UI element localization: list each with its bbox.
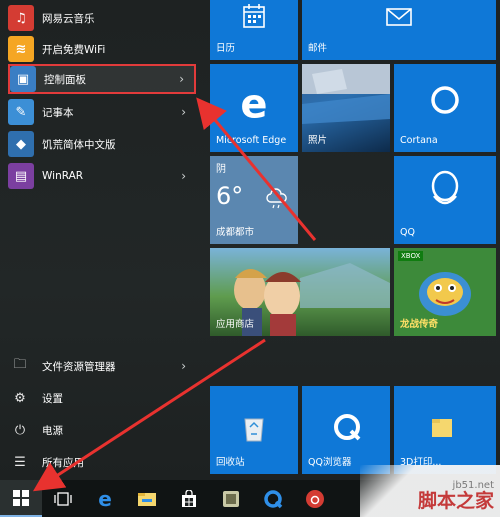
weather-temp: 6° [216,182,244,210]
app-item-netease-music[interactable]: ♫ 网易云音乐 [8,3,196,33]
tile-folder[interactable]: 3D打印... [394,386,496,474]
tile-qq[interactable]: QQ [394,156,496,244]
free-wifi-icon: ≋ [8,36,34,62]
app-item-dont-starve[interactable]: ◆ 饥荒简体中文版 [8,129,196,159]
store-icon [182,489,196,507]
chevron-right-icon[interactable]: › [181,105,186,119]
qq-icon [431,170,459,205]
settings-item[interactable]: ⚙ 设置 [8,384,196,412]
tile-cortana[interactable]: Cortana [394,64,496,152]
app-item-winrar[interactable]: ▤ WinRAR › [8,161,196,191]
edge-icon: e [240,81,268,128]
settings-gear-icon: ⚙ [14,390,26,406]
weather-city: 成都都市 [216,227,255,238]
tile-store[interactable]: 应用商店 [210,248,390,336]
sys-label: 文件资源管理器 [42,360,116,373]
app-label: WinRAR [42,170,84,182]
power-icon: ⏻ [14,422,26,438]
tile-xbox-game[interactable]: XBOX 龙战传奇 [394,248,496,336]
notepad-icon: ✎ [8,99,34,125]
app-label: 开启免费WiFi [42,43,106,56]
watermark-name: 脚本之家 [417,490,494,512]
app-list: ♫ 网易云音乐 ≋ 开启免费WiFi ▣ 控制面板 › ✎ 记事本 › ◆ 饥荒… [0,0,205,480]
chevron-right-icon[interactable]: › [179,72,184,86]
weather-condition: 阴 [216,164,226,175]
xbox-icon [419,272,471,316]
netease-taskbar-button[interactable] [294,480,336,517]
all-apps-icon: ☰ [14,454,26,470]
store-taskbar-button[interactable] [168,480,210,517]
xbox-badge: XBOX [398,251,424,261]
task-view-icon [54,491,72,506]
power-item[interactable]: ⏻ 电源 [8,416,196,444]
task-view-button[interactable] [42,480,84,517]
app-label: 记事本 [42,106,74,119]
watermark: jb51.net 脚本之家 [360,465,500,517]
control-panel-icon: ▣ [10,66,36,92]
winrar-icon: ▤ [8,163,34,189]
tile-calendar[interactable]: 日历 [210,0,298,60]
tile-label: 回收站 [216,457,245,468]
file-explorer-taskbar-button[interactable] [126,480,168,517]
tile-label: Microsoft Edge [216,135,287,146]
sys-label: 设置 [42,392,63,405]
windows-logo-icon [13,489,29,506]
edge-icon: e [98,486,112,511]
app-label: 控制面板 [44,73,86,86]
game-icon [223,490,239,507]
app-taskbar-button[interactable] [210,480,252,517]
file-explorer-item[interactable]: 🗀 文件资源管理器 › [8,352,196,380]
chevron-right-icon[interactable]: › [181,359,186,373]
tile-weather[interactable]: 阴 6° 成都都市 [210,156,298,244]
app-label: 饥荒简体中文版 [42,138,116,151]
app-item-notepad[interactable]: ✎ 记事本 › [8,97,196,127]
app-label: 网易云音乐 [42,12,95,25]
tile-label: 照片 [308,135,328,146]
tile-label: 日历 [216,43,236,54]
app-item-control-panel[interactable]: ▣ 控制面板 › [8,64,196,94]
start-menu: ♫ 网易云音乐 ≋ 开启免费WiFi ▣ 控制面板 › ✎ 记事本 › ◆ 饥荒… [0,0,500,480]
calendar-icon [243,4,265,28]
tile-edge[interactable]: e Microsoft Edge [210,64,298,152]
netease-music-icon [306,489,324,508]
tile-label: QQ [400,227,415,238]
qq-browser-taskbar-button[interactable] [252,480,294,517]
recycle-bin-icon [244,418,264,442]
all-apps-item[interactable]: ☰ 所有应用 [8,448,196,476]
tile-label: 应用商店 [216,319,255,330]
app-item-free-wifi[interactable]: ≋ 开启免费WiFi [8,34,196,64]
tile-label: 邮件 [308,43,328,54]
tile-photos[interactable]: 照片 [302,64,390,152]
chevron-right-icon[interactable]: › [181,169,186,183]
mail-icon [386,8,412,26]
folder-icon [432,419,452,437]
cortana-icon [431,86,459,114]
sys-label: 所有应用 [42,456,84,469]
tile-label: 龙战传奇 [400,319,439,330]
tile-label: QQ浏览器 [308,457,352,468]
qq-browser-icon [334,414,361,441]
folder-icon [138,492,156,506]
dont-starve-icon: ◆ [8,131,34,157]
netease-music-icon: ♫ [8,5,34,31]
tile-label: Cortana [400,135,438,146]
weather-cloud-icon [266,188,287,209]
start-button[interactable] [0,480,42,517]
qq-browser-icon [264,489,283,508]
file-explorer-icon: 🗀 [13,357,27,372]
edge-taskbar-button[interactable]: e [84,480,126,517]
tile-recycle-bin[interactable]: 回收站 [210,386,298,474]
tile-qq-browser[interactable]: QQ浏览器 [302,386,390,474]
tile-mail[interactable]: 邮件 [302,0,496,60]
sys-label: 电源 [42,424,63,437]
